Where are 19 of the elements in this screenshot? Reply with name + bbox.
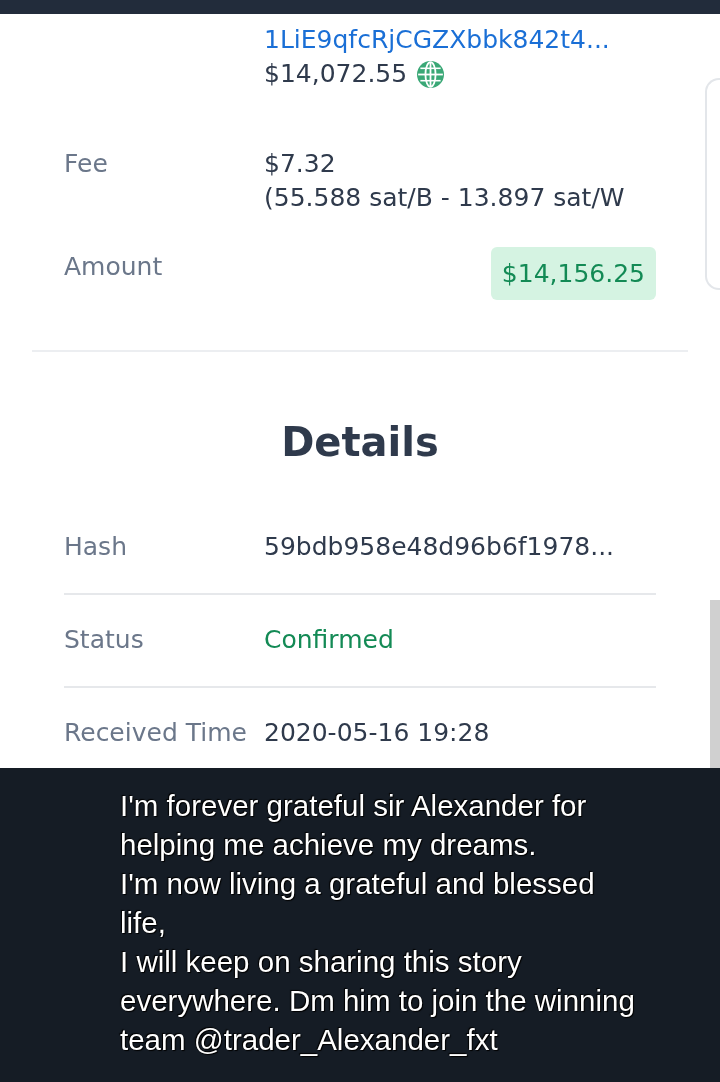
scrollbar-thumb[interactable] — [710, 600, 720, 768]
amount-label: Amount — [64, 251, 164, 283]
status-value: Confirmed — [264, 624, 394, 656]
caption-text: I will keep on sharing this story everywhere. Dm him to join the winning team @trader_Alexander_fxt — [120, 944, 636, 1058]
details-heading: Details — [280, 418, 440, 466]
fee-rate: (55.588 sat/B - 13.897 sat/W — [264, 182, 625, 214]
recipient-value: $14,072.55 — [264, 58, 408, 90]
detail-label: Hash — [64, 531, 128, 563]
detail-label: Status — [64, 624, 145, 656]
caption-text: I'm forever grateful sir Alexander for helping me achieve my dreams. — [120, 788, 588, 863]
address-link[interactable]: 1LiE9qfcRjCGZXbbk842t4... — [264, 23, 610, 57]
detail-label: Received Time — [64, 717, 248, 749]
detail-value: 59bdb958e48d96b6f1978... — [264, 531, 615, 563]
amount-badge: $14,156.25 — [490, 247, 656, 300]
fee-label: Fee — [64, 148, 109, 180]
caption-text: I'm now living a grateful and blessed life, — [120, 866, 596, 941]
globe-icon — [417, 60, 445, 88]
fee-value: $7.32 — [264, 148, 336, 180]
detail-value: 2020-05-16 19:28 — [264, 717, 490, 749]
